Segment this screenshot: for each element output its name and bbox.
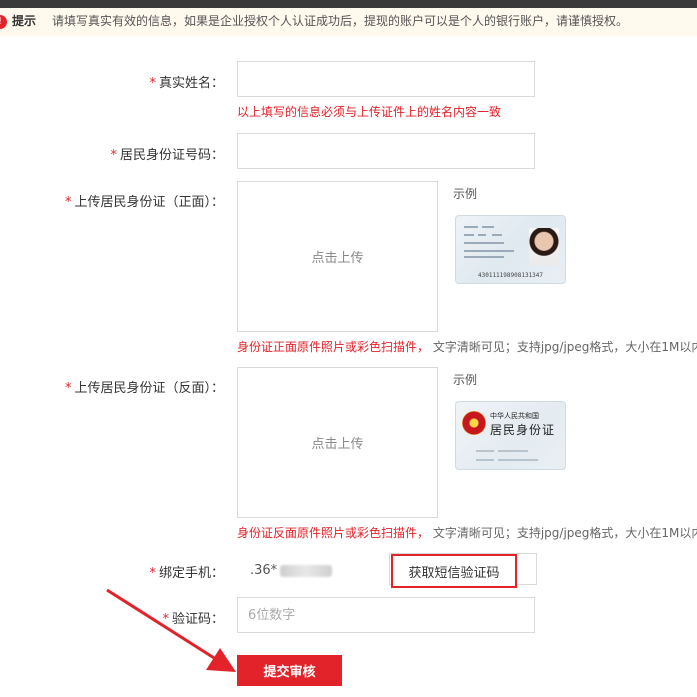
top-bar (0, 0, 697, 8)
name-input[interactable] (237, 61, 535, 97)
card-title: 中华人民共和国 (490, 412, 539, 420)
id-front-label: * 上传居民身份证（正面）： (64, 195, 224, 210)
tip-label: 提示 (12, 14, 37, 28)
id-front-example-label: 示例 (453, 187, 478, 201)
portrait-photo (529, 228, 559, 266)
id-back-example-label: 示例 (453, 373, 478, 387)
id-number-input[interactable] (237, 133, 535, 169)
id-number-label: * 居民身份证号码： (110, 148, 224, 163)
get-sms-code-button[interactable]: 获取短信验证码 (391, 554, 517, 588)
id-back-label: * 上传居民身份证（反面）： (64, 381, 224, 396)
name-hint: 以上填写的信息必须与上传证件上的姓名内容一致 (237, 105, 502, 119)
id-back-upload-button[interactable]: 点击上传 (237, 367, 438, 518)
code-label: * 验证码： (162, 612, 224, 627)
submit-review-button[interactable]: 提交审核 (237, 655, 342, 686)
tip-text: 请填写真实有效的信息，如果是企业授权个人认证成功后，提现的账户可以是个人的银行账… (52, 14, 629, 28)
warning-icon: ! (0, 15, 7, 29)
id-front-example-image: 430111198908131347 (455, 215, 566, 284)
national-emblem-icon (462, 411, 486, 435)
id-front-upload-button[interactable]: 点击上传 (237, 181, 438, 332)
id-back-example-image: 中华人民共和国 居民身份证 (455, 401, 566, 470)
id-front-hint: 身份证正面原件照片或彩色扫描件， 文字清晰可见；支持jpg/jpeg格式，大小在… (237, 340, 697, 354)
id-front-upload-text: 点击上传 (311, 251, 364, 266)
example-id-number: 430111198908131347 (478, 272, 544, 279)
id-back-hint: 身份证反面原件照片或彩色扫描件， 文字清晰可见；支持jpg/jpeg格式，大小在… (237, 526, 697, 540)
id-back-upload-text: 点击上传 (311, 437, 364, 452)
verification-code-input[interactable] (237, 597, 535, 633)
phone-label: * 绑定手机： (149, 566, 224, 581)
tip-banner: ! 提示 请填写真实有效的信息，如果是企业授权个人认证成功后，提现的账户可以是个… (0, 8, 697, 36)
name-label: * 真实姓名： (149, 76, 224, 91)
phone-redacted (280, 565, 332, 577)
phone-value: .36* (250, 563, 278, 578)
card-big-title: 居民身份证 (490, 423, 556, 437)
